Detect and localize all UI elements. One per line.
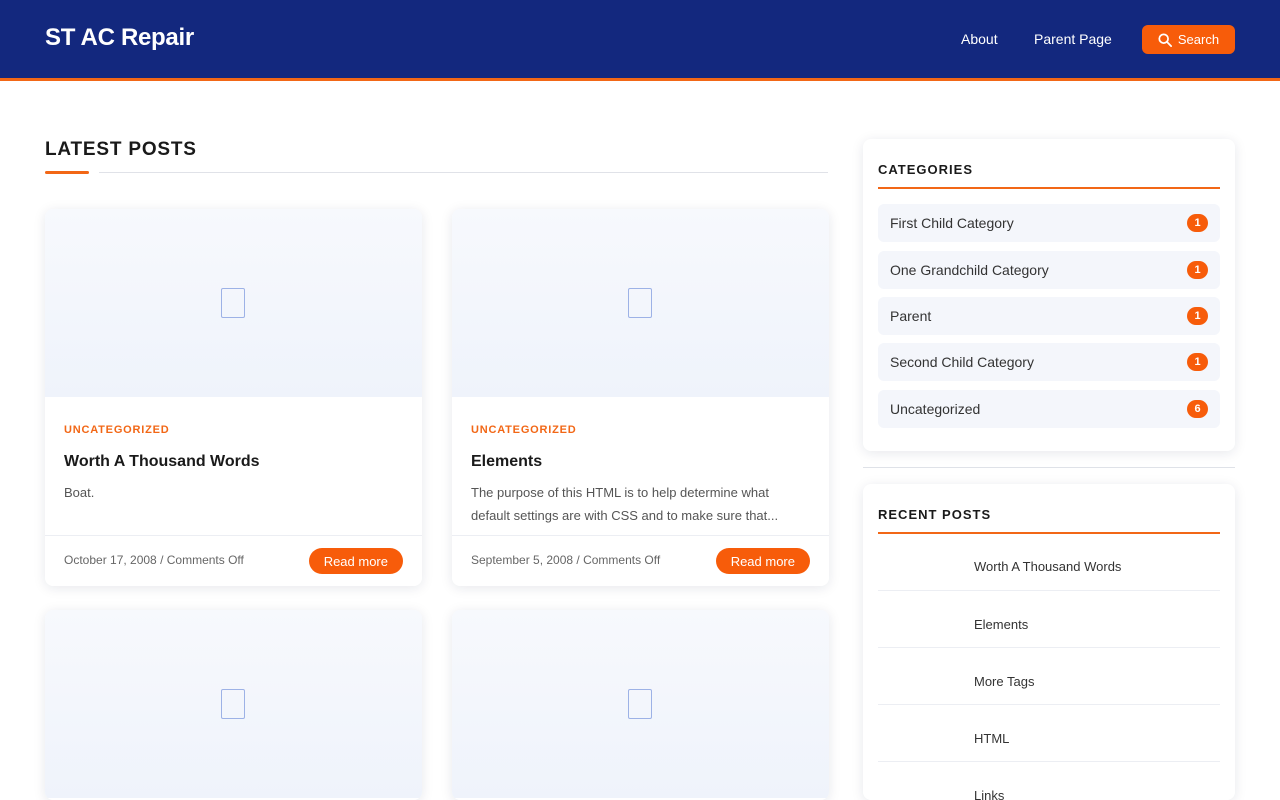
recent-post-item[interactable]: More Tags bbox=[878, 648, 1220, 705]
recent-post-title[interactable]: HTML bbox=[974, 731, 1009, 746]
section-accent bbox=[45, 171, 89, 174]
search-button-label: Search bbox=[1177, 32, 1220, 47]
post-card bbox=[452, 610, 829, 800]
image-placeholder-icon bbox=[221, 689, 245, 719]
post-excerpt: The purpose of this HTML is to help dete… bbox=[471, 485, 779, 523]
image-placeholder-icon bbox=[221, 288, 245, 318]
category-label[interactable]: Uncategorized bbox=[890, 401, 980, 417]
recent-post-item[interactable]: Elements bbox=[878, 591, 1220, 648]
recent-post-item[interactable]: Worth A Thousand Words bbox=[878, 534, 1220, 591]
post-category[interactable]: UNCATEGORIZED bbox=[471, 424, 577, 436]
post-thumbnail[interactable] bbox=[452, 209, 829, 397]
post-thumbnail[interactable] bbox=[45, 209, 422, 397]
nav-link-about[interactable]: About bbox=[961, 31, 998, 47]
post-excerpt: Boat. bbox=[64, 485, 95, 500]
recent-post-title[interactable]: Elements bbox=[974, 617, 1028, 632]
category-count-badge: 1 bbox=[1187, 214, 1208, 232]
recent-posts-widget: RECENT POSTS Worth A Thousand Words Elem… bbox=[863, 484, 1235, 800]
post-footer: October 17, 2008 / Comments Off Read mor… bbox=[45, 535, 422, 586]
category-count-badge: 6 bbox=[1187, 400, 1208, 418]
post-card: UNCATEGORIZED Elements The purpose of th… bbox=[452, 209, 829, 586]
category-item[interactable]: First Child Category 1 bbox=[878, 204, 1220, 242]
post-title[interactable]: Elements bbox=[471, 453, 542, 471]
category-label[interactable]: Parent bbox=[890, 308, 931, 324]
category-item[interactable]: One Grandchild Category 1 bbox=[878, 251, 1220, 289]
post-title[interactable]: Worth A Thousand Words bbox=[64, 453, 260, 471]
section-title: LATEST POSTS bbox=[45, 139, 197, 160]
category-count-badge: 1 bbox=[1187, 307, 1208, 325]
recent-post-title[interactable]: Links bbox=[974, 788, 1004, 800]
recent-post-title[interactable]: Worth A Thousand Words bbox=[974, 559, 1121, 574]
read-more-button[interactable]: Read more bbox=[715, 548, 810, 574]
site-title[interactable]: ST AC Repair bbox=[45, 24, 194, 52]
category-item[interactable]: Second Child Category 1 bbox=[878, 343, 1220, 381]
recent-post-title[interactable]: More Tags bbox=[974, 674, 1034, 689]
image-placeholder-icon bbox=[628, 288, 652, 318]
post-card bbox=[45, 610, 422, 800]
post-card: UNCATEGORIZED Worth A Thousand Words Boa… bbox=[45, 209, 422, 586]
recent-post-item[interactable]: HTML bbox=[878, 705, 1220, 762]
category-count-badge: 1 bbox=[1187, 261, 1208, 279]
section-divider bbox=[99, 172, 828, 173]
recent-post-item[interactable]: Links bbox=[878, 762, 1220, 800]
category-item[interactable]: Uncategorized 6 bbox=[878, 390, 1220, 428]
widget-title-categories: CATEGORIES bbox=[878, 162, 973, 177]
nav-link-parent-page[interactable]: Parent Page bbox=[1034, 31, 1112, 47]
category-label[interactable]: First Child Category bbox=[890, 215, 1014, 231]
categories-widget: CATEGORIES First Child Category 1 One Gr… bbox=[863, 139, 1235, 451]
post-category[interactable]: UNCATEGORIZED bbox=[64, 424, 170, 436]
post-thumbnail[interactable] bbox=[45, 610, 422, 798]
post-thumbnail[interactable] bbox=[452, 610, 829, 798]
read-more-button[interactable]: Read more bbox=[308, 548, 403, 574]
image-placeholder-icon bbox=[628, 689, 652, 719]
widget-rule bbox=[878, 187, 1220, 189]
sidebar-divider bbox=[863, 467, 1235, 468]
category-label[interactable]: One Grandchild Category bbox=[890, 262, 1049, 278]
post-meta: October 17, 2008 / Comments Off bbox=[64, 553, 244, 567]
widget-title-recent-posts: RECENT POSTS bbox=[878, 507, 992, 522]
post-footer: September 5, 2008 / Comments Off Read mo… bbox=[452, 535, 829, 586]
site-header: ST AC Repair About Parent Page Search bbox=[0, 0, 1280, 81]
category-count-badge: 1 bbox=[1187, 353, 1208, 371]
search-icon bbox=[1158, 32, 1172, 47]
search-button[interactable]: Search bbox=[1142, 25, 1235, 54]
post-meta: September 5, 2008 / Comments Off bbox=[471, 553, 661, 567]
category-item[interactable]: Parent 1 bbox=[878, 297, 1220, 335]
category-label[interactable]: Second Child Category bbox=[890, 354, 1034, 370]
